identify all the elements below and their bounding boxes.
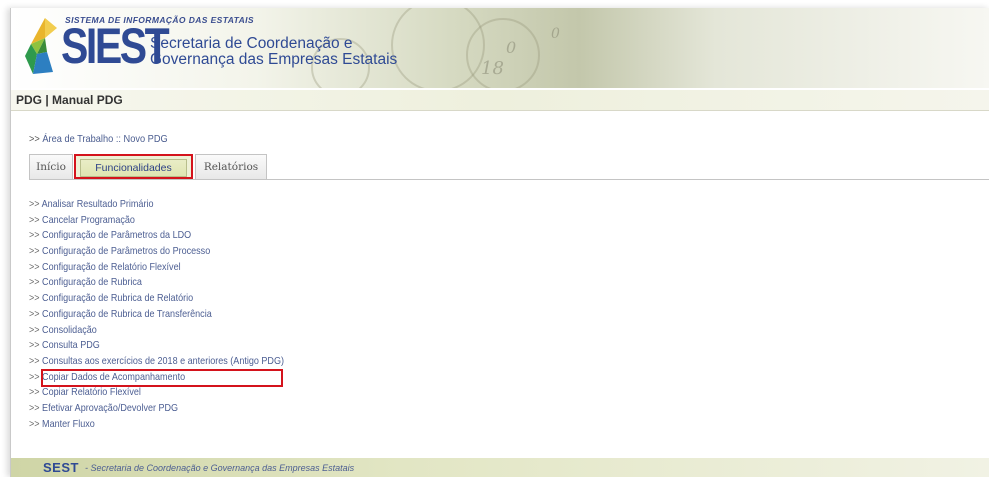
- menu-item-prefix: >>: [29, 323, 40, 336]
- footer: SEST - Secretaria de Coordenação e Gover…: [11, 458, 989, 477]
- menu-item-label: Efetivar Aprovação/Devolver PDG: [42, 401, 179, 414]
- menu-item-label: Configuração de Rubrica: [42, 276, 142, 289]
- menu-item[interactable]: >> Consolidação: [29, 323, 284, 339]
- tab-funcionalidades[interactable]: Funcionalidades: [74, 154, 193, 179]
- page-title: PDG | Manual PDG: [16, 93, 123, 107]
- footer-description: - Secretaria de Coordenação e Governança…: [85, 463, 354, 473]
- menu-item-label: Copiar Relatório Flexível: [42, 386, 141, 399]
- menu-item[interactable]: >> Cancelar Programação: [29, 213, 284, 229]
- menu-item[interactable]: >> Consulta PDG: [29, 338, 284, 354]
- menu-item-label: Configuração de Parâmetros do Processo: [42, 245, 211, 258]
- siest-logo-icon: [25, 18, 57, 74]
- menu-item-label: Configuração de Rubrica de Transferência: [42, 307, 212, 320]
- org-name-line2: Governança das Empresas Estatais: [150, 51, 398, 68]
- functions-menu: >> Analisar Resultado Primário >> Cancel…: [29, 197, 326, 432]
- tab-funcionalidades-label: Funcionalidades: [80, 159, 187, 177]
- footer-description-text: Secretaria de Coordenação e Governança d…: [90, 463, 355, 473]
- menu-item-prefix: >>: [29, 417, 40, 430]
- org-name: Secretaria de Coordenação e Governança d…: [150, 36, 397, 68]
- menu-item-prefix: >>: [29, 354, 40, 367]
- app-window: 18 0 0 SISTEMA DE INFORMAÇÃO DAS ESTATAI…: [10, 8, 989, 477]
- menu-item-label: Configuração de Rubrica de Relatório: [42, 292, 194, 305]
- menu-item-prefix: >>: [29, 276, 40, 289]
- menu-item-prefix: >>: [29, 213, 40, 226]
- breadcrumb-link[interactable]: Área de Trabalho :: Novo PDG: [42, 133, 167, 145]
- menu-item-prefix: >>: [29, 198, 40, 210]
- menu-item-prefix: >>: [29, 401, 40, 414]
- menu-item-prefix: >>: [29, 370, 40, 383]
- banknote-decoration: 18: [481, 58, 504, 79]
- menu-item[interactable]: >> Configuração de Rubrica: [29, 275, 284, 291]
- footer-brand: SEST: [43, 460, 79, 475]
- menu-item[interactable]: >> Configuração de Parâmetros do Process…: [29, 244, 284, 260]
- footer-separator: -: [85, 463, 88, 473]
- menu-item-label: Configuração de Parâmetros da LDO: [42, 229, 192, 242]
- banknote-decoration: 0: [506, 38, 517, 57]
- header-banner: 18 0 0 SISTEMA DE INFORMAÇÃO DAS ESTATAI…: [11, 8, 989, 88]
- menu-item-label: Manter Fluxo: [42, 417, 95, 430]
- menu-item-prefix: >>: [29, 339, 40, 352]
- org-name-line1: Secretaria de Coordenação e: [150, 35, 353, 52]
- menu-item-label: Cancelar Programação: [42, 213, 135, 226]
- menu-item-prefix: >>: [29, 260, 40, 273]
- breadcrumb-prefix: >>: [29, 133, 40, 145]
- tab-divider: [29, 179, 989, 180]
- menu-item[interactable]: >> Analisar Resultado Primário: [29, 197, 284, 213]
- menu-item-prefix: >>: [29, 292, 40, 305]
- menu-item-label: Analisar Resultado Primário: [41, 198, 154, 210]
- menu-item[interactable]: >> Configuração de Relatório Flexível: [29, 260, 284, 276]
- menu-item[interactable]: >> Configuração de Rubrica de Relatório: [29, 291, 284, 307]
- menu-item[interactable]: >> Copiar Relatório Flexível: [29, 385, 284, 401]
- menu-item-consultas-antigo-pdg[interactable]: >> Consultas aos exercícios de 2018 e an…: [29, 354, 284, 370]
- menu-item-prefix: >>: [29, 245, 40, 258]
- menu-item[interactable]: >> Manter Fluxo: [29, 417, 284, 433]
- menu-item-prefix: >>: [29, 307, 40, 320]
- breadcrumb: >> Área de Trabalho :: Novo PDG: [29, 133, 168, 145]
- menu-item-label: Configuração de Relatório Flexível: [42, 260, 181, 273]
- menu-item-label: Consultas aos exercícios de 2018 e anter…: [42, 354, 284, 367]
- menu-item-label: Consolidação: [42, 323, 97, 336]
- page: 18 0 0 SISTEMA DE INFORMAÇÃO DAS ESTATAI…: [0, 0, 989, 477]
- menu-item-label: Consulta PDG: [42, 339, 100, 352]
- menu-item[interactable]: >> Configuração de Parâmetros da LDO: [29, 228, 284, 244]
- tab-relatorios[interactable]: Relatórios: [195, 154, 267, 179]
- menu-item-prefix: >>: [29, 229, 40, 242]
- menu-item-prefix: >>: [29, 386, 40, 399]
- highlight-box: [41, 369, 283, 387]
- page-titlebar: PDG | Manual PDG: [11, 90, 989, 111]
- tab-inicio[interactable]: Início: [29, 154, 73, 179]
- menu-item[interactable]: >> Configuração de Rubrica de Transferên…: [29, 307, 284, 323]
- menu-item[interactable]: >> Efetivar Aprovação/Devolver PDG: [29, 401, 284, 417]
- banknote-decoration: 0: [551, 26, 560, 42]
